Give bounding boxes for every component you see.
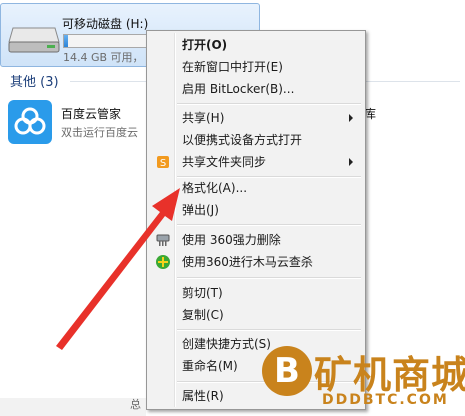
watermark-logo: B 矿机商城 DDDBTC.COM — [262, 346, 465, 412]
menu-item-copy[interactable]: 复制(C) — [149, 304, 363, 326]
bitcoin-coin-icon: B — [262, 346, 312, 396]
removable-drive-icon — [8, 27, 60, 53]
watermark-domain: DDDBTC.COM — [322, 392, 449, 408]
menu-separator — [177, 103, 361, 105]
menu-separator — [177, 277, 361, 279]
menu-separator — [177, 329, 361, 331]
menu-item-eject[interactable]: 弹出(J) — [149, 199, 363, 221]
app-name: 百度云管家 — [61, 107, 122, 121]
baidu-cloud-icon — [8, 100, 52, 144]
menu-item-open-new-window[interactable]: 在新窗口中打开(E) — [149, 56, 363, 78]
svg-text:S: S — [160, 158, 166, 169]
watermark-title: 矿机商城 — [314, 353, 465, 397]
drive-name: 可移动磁盘 (H:) — [62, 17, 149, 31]
menu-item-bitlocker[interactable]: 启用 BitLocker(B)... — [149, 78, 363, 100]
menu-separator — [177, 224, 361, 226]
drive-free-space: 14.4 GB 可用， — [63, 51, 144, 64]
menu-item-format[interactable]: 格式化(A)... — [149, 177, 363, 199]
details-pane — [0, 398, 146, 416]
menu-item-cut[interactable]: 剪切(T) — [149, 282, 363, 304]
drive-usage-fill — [64, 35, 68, 47]
submenu-arrow-icon — [349, 158, 353, 166]
menu-item-sync-folder[interactable]: S 共享文件夹同步 — [149, 151, 363, 173]
menu-item-360-scan[interactable]: 使用360进行木马云查杀 — [149, 251, 363, 273]
details-total-peek: 总 — [130, 398, 141, 411]
360-security-icon — [156, 255, 170, 269]
shredder-icon — [156, 234, 170, 246]
app-description: 双击运行百度云 — [61, 126, 138, 139]
menu-item-open[interactable]: 打开(O) — [149, 34, 363, 56]
sync-folder-icon: S — [157, 156, 169, 169]
submenu-arrow-icon — [349, 114, 353, 122]
menu-item-share[interactable]: 共享(H) — [149, 107, 363, 129]
menu-item-open-portable[interactable]: 以便携式设备方式打开 — [149, 129, 363, 151]
group-header-other[interactable]: 其他 (3) — [10, 71, 59, 90]
menu-item-360-delete[interactable]: 使用 360强力删除 — [149, 229, 363, 251]
